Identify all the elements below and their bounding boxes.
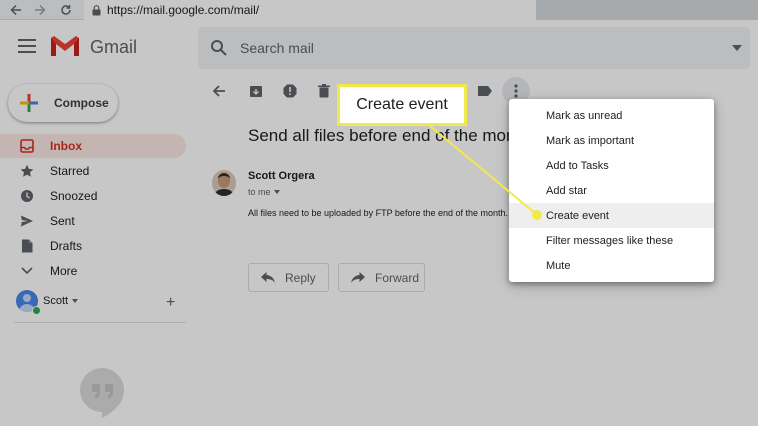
url-text: https://mail.google.com/mail/	[107, 3, 260, 17]
gmail-logo-icon[interactable]	[50, 35, 80, 57]
forward-arrow-icon[interactable]	[30, 0, 50, 20]
reply-label: Reply	[285, 270, 316, 285]
forward-label: Forward	[375, 270, 420, 285]
email-body: All files need to be uploaded by FTP bef…	[248, 208, 508, 218]
sidebar-item-snoozed[interactable]: Snoozed	[0, 184, 186, 208]
back-to-inbox-icon[interactable]	[210, 82, 228, 100]
sidebar-item-starred[interactable]: Starred	[0, 159, 186, 183]
browser-toolbar: https://mail.google.com/mail/	[0, 0, 758, 20]
gmail-header: Gmail	[0, 21, 758, 73]
recipient-details[interactable]: to me	[248, 187, 280, 197]
menu-item-mark-important[interactable]: Mark as important	[509, 128, 714, 153]
email-subject: Send all files before end of the month	[248, 126, 510, 145]
recipient-label: to me	[248, 187, 271, 197]
sidebar-item-inbox[interactable]: Inbox	[0, 134, 186, 158]
sidebar-item-label: Snoozed	[50, 189, 98, 203]
delete-icon[interactable]	[315, 82, 333, 100]
search-options-caret-icon[interactable]	[732, 45, 742, 51]
sender-avatar[interactable]	[212, 170, 236, 196]
user-caret-icon[interactable]	[72, 299, 78, 303]
recipient-caret-icon	[273, 190, 280, 194]
menu-item-add-star[interactable]: Add star	[509, 178, 714, 203]
draft-icon	[20, 239, 34, 253]
address-bar[interactable]: https://mail.google.com/mail/	[84, 0, 536, 20]
archive-icon[interactable]	[247, 82, 265, 100]
more-options-menu: Mark as unread Mark as important Add to …	[509, 99, 714, 282]
reply-button[interactable]: Reply	[248, 263, 329, 292]
hangouts-icon	[80, 368, 124, 418]
callout-label-box: Create event	[337, 84, 467, 126]
label-icon[interactable]	[476, 82, 494, 100]
sender-photo-icon	[212, 170, 236, 196]
chevron-down-icon	[20, 264, 34, 278]
clock-icon	[20, 189, 34, 203]
sidebar-item-label: Drafts	[50, 239, 83, 253]
menu-item-mark-unread[interactable]: Mark as unread	[509, 103, 714, 128]
search-icon[interactable]	[210, 39, 228, 57]
report-spam-icon[interactable]	[281, 82, 299, 100]
online-status-dot	[32, 306, 41, 315]
sender-name: Scott Orgera	[248, 170, 315, 182]
sidebar-item-more[interactable]: More	[0, 259, 186, 283]
compose-plus-icon	[20, 94, 38, 112]
user-name: Scott	[43, 295, 69, 307]
back-arrow-icon[interactable]	[6, 0, 26, 20]
menu-item-add-to-tasks[interactable]: Add to Tasks	[509, 153, 714, 178]
search-input[interactable]	[240, 27, 710, 69]
lock-icon	[92, 4, 101, 15]
sidebar-item-label: Starred	[50, 164, 90, 178]
menu-item-filter-messages[interactable]: Filter messages like these	[509, 228, 714, 253]
forward-icon	[351, 272, 365, 283]
reply-icon	[261, 272, 275, 283]
sidebar-item-label: More	[50, 264, 78, 278]
add-contact-icon[interactable]: +	[166, 294, 175, 312]
compose-label: Compose	[54, 96, 109, 110]
sidebar-divider	[14, 322, 186, 323]
menu-item-create-event[interactable]: Create event	[509, 203, 714, 228]
star-icon	[20, 164, 34, 178]
gmail-wordmark[interactable]: Gmail	[90, 37, 137, 58]
more-vert-icon	[514, 84, 518, 98]
search-bar[interactable]	[198, 27, 750, 69]
forward-button[interactable]: Forward	[338, 263, 425, 292]
inbox-icon	[20, 139, 34, 153]
hamburger-menu-icon[interactable]	[18, 39, 36, 53]
menu-item-mute[interactable]: Mute	[509, 253, 714, 278]
reload-icon[interactable]	[56, 0, 76, 20]
sidebar-item-sent[interactable]: Sent	[0, 209, 186, 233]
sidebar-item-label: Sent	[50, 214, 75, 228]
callout-label: Create event	[356, 96, 448, 113]
compose-button[interactable]: Compose	[8, 84, 118, 122]
send-icon	[20, 214, 34, 228]
sidebar-item-label: Inbox	[50, 139, 82, 153]
sidebar-item-drafts[interactable]: Drafts	[0, 234, 186, 258]
browser-toolbar-extension-area	[536, 0, 758, 20]
hangouts-user-row[interactable]: Scott +	[16, 290, 186, 318]
